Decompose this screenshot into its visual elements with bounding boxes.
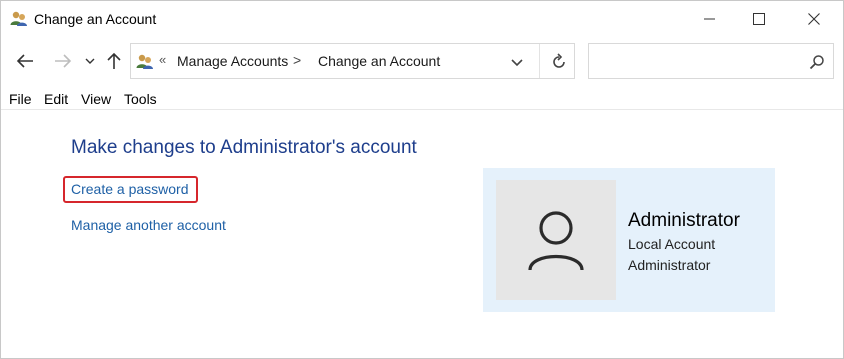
avatar [496, 180, 616, 300]
maximize-button[interactable] [736, 1, 782, 37]
forward-button[interactable] [51, 49, 75, 73]
menu-edit[interactable]: Edit [44, 91, 68, 107]
user-accounts-icon [136, 54, 153, 69]
create-password-label: Create a password [71, 181, 189, 197]
title-bar: Change an Account [1, 1, 843, 37]
menu-file[interactable]: File [9, 91, 32, 107]
menu-view[interactable]: View [81, 91, 111, 107]
page-heading: Make changes to Administrator's account [71, 137, 417, 158]
navigation-bar: « Manage Accounts > Change an Account [1, 39, 843, 83]
create-password-link[interactable]: Create a password [63, 176, 198, 203]
manage-another-account-link[interactable]: Manage another account [71, 217, 226, 233]
breadcrumb-manage-accounts[interactable]: Manage Accounts [177, 53, 288, 69]
user-accounts-icon [10, 11, 27, 26]
search-input[interactable] [595, 50, 795, 72]
app-window: Change an Account « Manage Accounts > Ch… [0, 0, 844, 359]
arrow-left-icon [16, 54, 33, 68]
breadcrumb-overflow[interactable]: « [159, 52, 166, 67]
close-button[interactable] [791, 1, 837, 37]
breadcrumb-change-account[interactable]: Change an Account [318, 53, 440, 69]
arrow-right-icon [55, 54, 72, 68]
address-bar[interactable]: « Manage Accounts > Change an Account [130, 43, 575, 79]
close-icon [808, 13, 820, 25]
search-box[interactable] [588, 43, 834, 79]
back-button[interactable] [13, 49, 37, 73]
minimize-button[interactable] [687, 1, 733, 37]
chevron-down-icon[interactable] [509, 54, 525, 70]
search-icon[interactable] [809, 54, 825, 70]
account-type: Local Account [628, 236, 716, 252]
account-role: Administrator [628, 257, 711, 273]
window-title: Change an Account [34, 11, 157, 27]
menu-divider [1, 109, 843, 110]
user-icon [528, 211, 584, 271]
account-name: Administrator [628, 210, 740, 231]
up-button[interactable] [103, 49, 125, 73]
refresh-icon[interactable] [549, 52, 569, 72]
maximize-icon [753, 13, 765, 25]
menu-bar: File Edit View Tools [1, 89, 843, 109]
account-card: Administrator Local Account Administrato… [483, 168, 775, 312]
breadcrumb-separator[interactable]: > [293, 52, 301, 68]
arrow-up-icon [107, 52, 121, 69]
recent-locations-button[interactable] [83, 49, 97, 73]
minimize-icon [704, 18, 715, 20]
address-divider [539, 44, 540, 78]
chevron-down-icon [85, 58, 95, 64]
menu-tools[interactable]: Tools [124, 91, 157, 107]
